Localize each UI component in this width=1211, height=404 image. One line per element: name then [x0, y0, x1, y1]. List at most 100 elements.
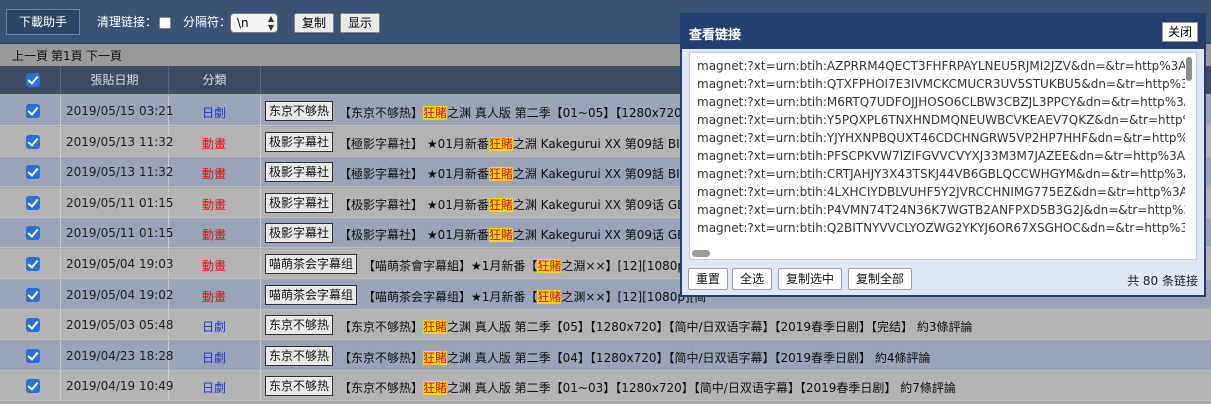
magnet-link-line[interactable]: magnet:?xt=urn:btih:CRTJAHJY3X43TSKJ44VB…: [697, 165, 1185, 183]
category-column-header[interactable]: 分類: [169, 66, 261, 94]
column-divider: [260, 187, 261, 218]
row-title-link[interactable]: 【极影字幕社】 ★01月新番狂賭之渊 Kakegurui XX 第09话 GB: [339, 226, 685, 243]
row-title-link[interactable]: 【極影字幕社】 ★01月新番狂賭之淵 Kakegurui XX 第09話 BIG…: [339, 165, 697, 182]
reset-button[interactable]: 重置: [688, 268, 729, 290]
row-category[interactable]: 日劇: [169, 349, 259, 366]
clean-links-checkbox[interactable]: [159, 17, 171, 29]
row-checkbox[interactable]: [26, 257, 40, 271]
magnet-link-line[interactable]: magnet:?xt=urn:btih:YJYHXNPBQUXT46CDCHNG…: [697, 129, 1185, 147]
row-date: 2019/05/04 19:02: [66, 287, 174, 302]
row-checkbox[interactable]: [26, 348, 40, 363]
title-prefix: 【东京不够热】: [339, 106, 424, 120]
magnet-link-line[interactable]: magnet:?xt=urn:btih:PFSCPKVW7IZIFGVVCVYX…: [697, 147, 1185, 165]
links-textarea[interactable]: magnet:?xt=urn:btih:AZPRRM4QECT3FHFRPAYL…: [689, 52, 1197, 260]
column-divider: [260, 157, 261, 188]
row-group-tag[interactable]: 极影字幕社: [265, 192, 334, 213]
title-highlight: 狂賭: [537, 259, 562, 273]
row-title-link[interactable]: 【极影字幕社】 ★01月新番狂賭之渊 Kakegurui XX 第09话 GB: [339, 196, 685, 213]
row-group-tag[interactable]: 极影字幕社: [265, 162, 334, 183]
row-category[interactable]: 日劇: [169, 318, 259, 335]
view-links-dialog: 查看链接 关闭 magnet:?xt=urn:btih:AZPRRM4QECT3…: [680, 13, 1206, 297]
title-prefix: 【极影字幕社】 ★01月新番: [339, 197, 489, 212]
column-divider: [60, 96, 61, 126]
title-suffix: 之淵 Kakegurui XX 第09話 BIG5: [512, 167, 697, 182]
row-category[interactable]: 日劇: [169, 104, 259, 121]
row-checkbox[interactable]: [26, 287, 40, 302]
dialog-title: 查看链接: [689, 28, 742, 43]
table-row[interactable]: 2019/04/19 10:49 日劇 东京不够热 【东京不够热】狂賭之渊 真人版 第…: [0, 371, 1211, 402]
title-prefix: 【东京不够热】: [339, 381, 424, 396]
column-divider: [60, 340, 61, 371]
row-group-tag[interactable]: 喵萌茶会字幕组: [265, 254, 358, 274]
copy-all-button[interactable]: 复制全部: [848, 268, 913, 290]
row-category[interactable]: 動畫: [169, 226, 259, 243]
column-divider: [60, 126, 61, 157]
row-category[interactable]: 動畫: [169, 196, 259, 213]
title-highlight: 狂賭: [488, 197, 513, 212]
vertical-scrollbar[interactable]: [1186, 57, 1192, 81]
magnet-link-line[interactable]: magnet:?xt=urn:btih:4LXHCIYDBLVUHF5Y2JVR…: [697, 183, 1185, 201]
table-row[interactable]: 2019/04/23 18:28 日劇 东京不够热 【东京不够热】狂賭之渊 真人版 第…: [0, 340, 1211, 371]
row-group-tag[interactable]: 喵萌茶会字幕组: [265, 284, 358, 305]
copy-selected-button[interactable]: 复制选中: [778, 268, 843, 290]
row-checkbox[interactable]: [26, 318, 40, 333]
row-group-tag[interactable]: 东京不够热: [265, 345, 334, 366]
row-title-link[interactable]: 【喵萌茶会字幕组】★1月新番【狂赌之渊××】[12][1080p][简: [363, 288, 706, 305]
magnet-link-line[interactable]: magnet:?xt=urn:btih:AZPRRM4QECT3FHFRPAYL…: [697, 57, 1185, 75]
row-group-tag[interactable]: 东京不够热: [265, 376, 334, 397]
select-all-checkbox[interactable]: [26, 73, 40, 87]
column-divider: [260, 126, 261, 157]
column-divider: [260, 218, 261, 249]
row-checkbox[interactable]: [26, 195, 40, 210]
row-category[interactable]: 動畫: [169, 257, 259, 274]
title-prefix: 【極影字幕社】 ★01月新番: [339, 136, 489, 151]
column-divider: [60, 249, 61, 279]
title-suffix: 之渊 Kakegurui XX 第09话 GB: [512, 197, 686, 212]
row-date: 2019/05/13 11:32: [66, 165, 174, 180]
separator-label: 分隔符：: [183, 15, 232, 29]
title-suffix: 之渊 真人版 第二季【05】【1280x720】【简中/日双语字幕】【2019春…: [447, 320, 973, 335]
row-group-tag[interactable]: 极影字幕社: [265, 131, 334, 152]
title-suffix: 之渊 真人版 第二季【04】【1280x720】【简中/日双语字幕】【2019春…: [447, 350, 931, 365]
magnet-link-line[interactable]: magnet:?xt=urn:btih:M6RTQ7UDFOJJHOSO6CLB…: [697, 93, 1185, 111]
row-category[interactable]: 動畫: [169, 165, 259, 182]
prev-page-link[interactable]: 上一頁: [12, 47, 48, 64]
title-prefix: 【喵萌茶会字幕组】★1月新番【: [363, 289, 538, 304]
row-category[interactable]: 動畫: [169, 135, 259, 152]
copy-button[interactable]: 复制: [294, 13, 335, 33]
show-button[interactable]: 显示: [340, 13, 381, 33]
download-helper-button[interactable]: 下載助手: [6, 9, 80, 35]
table-row[interactable]: 2019/05/03 05:48 日劇 东京不够热 【东京不够热】狂賭之渊 真人版 第…: [0, 310, 1211, 341]
row-title-link[interactable]: 【东京不够热】狂賭之渊 真人版 第二季【04】【1280x720】【简中/日双语…: [339, 349, 931, 366]
magnet-link-line[interactable]: magnet:?xt=urn:btih:QTXFPHOI7E3IVMCKCMUC…: [697, 75, 1185, 93]
close-button[interactable]: 关闭: [1161, 22, 1198, 42]
column-divider: [60, 371, 61, 402]
select-all-button[interactable]: 全选: [732, 268, 773, 290]
column-divider: [260, 310, 261, 341]
next-page-link[interactable]: 下一頁: [86, 47, 122, 64]
date-column-header[interactable]: 張貼日期: [61, 66, 169, 94]
row-group-tag[interactable]: 极影字幕社: [265, 223, 334, 244]
title-suffix: 之淵 Kakegurui XX 第09話 BIG5: [512, 136, 697, 151]
column-divider: [260, 96, 261, 126]
magnet-link-line[interactable]: magnet:?xt=urn:btih:Q2BITNYVVCLYOZWG2YKY…: [697, 219, 1185, 237]
magnet-link-line[interactable]: magnet:?xt=urn:btih:P4VMN74T24N36K7WGTB2…: [697, 201, 1185, 219]
row-title-link[interactable]: 【东京不够热】狂賭之渊 真人版 第二季【01~05】【1280x720】: [339, 104, 694, 121]
separator-select[interactable]: \n ▲ ▼: [230, 13, 278, 33]
row-checkbox[interactable]: [26, 379, 40, 394]
row-title-link[interactable]: 【喵萌茶會字幕組】★1月新番【狂賭之淵××】[12][1080p][繁: [363, 257, 706, 274]
row-checkbox[interactable]: [26, 104, 40, 118]
row-title-link[interactable]: 【东京不够热】狂賭之渊 真人版 第二季【01~03】【1280x720】【简中/…: [339, 379, 956, 396]
title-prefix: 【东京不够热】: [339, 320, 424, 335]
row-category[interactable]: 動畫: [169, 288, 259, 305]
row-checkbox[interactable]: [26, 165, 40, 180]
horizontal-scrollbar[interactable]: [692, 250, 710, 257]
row-title-link[interactable]: 【極影字幕社】 ★01月新番狂賭之淵 Kakegurui XX 第09話 BIG…: [339, 135, 697, 152]
row-group-tag[interactable]: 东京不够热: [265, 101, 334, 121]
magnet-link-line[interactable]: magnet:?xt=urn:btih:Y5PQXPL6TNXHNDMQNEUW…: [697, 111, 1185, 129]
row-category[interactable]: 日劇: [169, 379, 259, 396]
row-checkbox[interactable]: [26, 134, 40, 149]
row-checkbox[interactable]: [26, 226, 40, 241]
row-group-tag[interactable]: 东京不够热: [265, 315, 334, 336]
row-title-link[interactable]: 【东京不够热】狂賭之渊 真人版 第二季【05】【1280x720】【简中/日双语…: [339, 318, 973, 335]
